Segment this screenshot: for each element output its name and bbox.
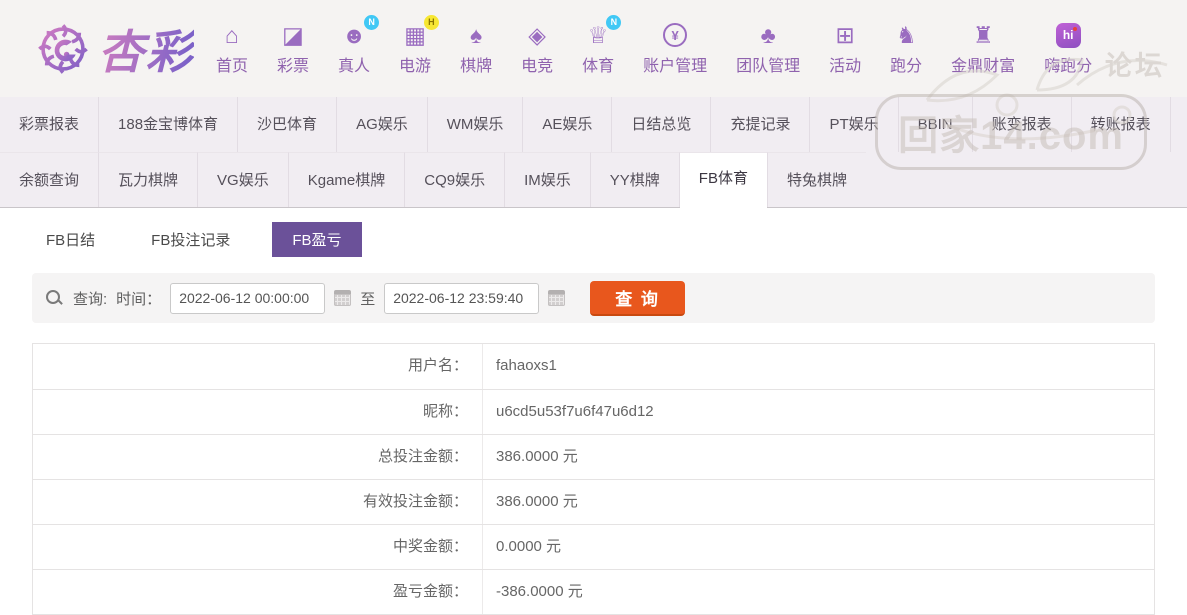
main-nav: ⌂ 首页 ◪ 彩票 ☻ N 真人 ▦ H 电游 ♠ 棋牌 ◈ 电竞 ♕ N xyxy=(216,21,1092,76)
tab-cq9[interactable]: CQ9娱乐 xyxy=(404,152,504,207)
gamepad-icon: ▦ H xyxy=(404,21,426,49)
table-row-profit-loss: 盈亏金额： -386.0000 元 xyxy=(33,569,1154,614)
hi-app-icon: hi xyxy=(1056,21,1081,49)
nav-item-esports[interactable]: ◈ 电竞 xyxy=(521,21,553,76)
nav-item-boardgames[interactable]: ♠ 棋牌 xyxy=(460,21,492,76)
tab-row-1: 彩票报表 188金宝博体育 沙巴体育 AG娱乐 WM娱乐 AE娱乐 日结总览 充… xyxy=(0,97,1187,152)
tab-188jbb-sports[interactable]: 188金宝博体育 xyxy=(98,97,237,152)
time-label: 时间： xyxy=(116,288,161,309)
tab-fb-sports[interactable]: FB体育 xyxy=(679,152,767,207)
nav-item-hi-paofen[interactable]: hi 嗨跑分 xyxy=(1044,21,1092,76)
tab-ae[interactable]: AE娱乐 xyxy=(522,97,611,152)
brand-logo[interactable]: 杏彩 xyxy=(34,16,194,82)
row-label: 总投注金额： xyxy=(33,435,483,479)
tab-ag[interactable]: AG娱乐 xyxy=(336,97,427,152)
yen-coin-icon: ¥ xyxy=(663,21,687,49)
rhino-icon: ♞ xyxy=(896,21,917,49)
nav-item-paofen[interactable]: ♞ 跑分 xyxy=(890,21,922,76)
tab-deposit-withdraw[interactable]: 充提记录 xyxy=(710,97,809,152)
table-row-winnings: 中奖金额： 0.0000 元 xyxy=(33,524,1154,569)
nav-item-team-mgmt[interactable]: ♣ 团队管理 xyxy=(736,21,800,76)
brand-name: 杏彩 xyxy=(98,16,194,82)
nav-item-account-mgmt[interactable]: ¥ 账户管理 xyxy=(643,21,707,76)
nav-item-jinding-wealth[interactable]: ♜ 金鼎财富 xyxy=(951,21,1015,76)
query-bar: 查询: 时间： 至 查 询 xyxy=(32,273,1155,323)
flower-logo-icon xyxy=(34,20,92,78)
row-value: 0.0000 元 xyxy=(483,525,1154,569)
top-navigation-bar: 杏彩 ⌂ 首页 ◪ 彩票 ☻ N 真人 ▦ H 电游 ♠ 棋牌 ◈ 电竞 xyxy=(0,0,1187,97)
tab-bbin[interactable]: BBIN xyxy=(898,97,972,152)
subtab-fb-daily[interactable]: FB日结 xyxy=(32,222,109,257)
nav-item-live[interactable]: ☻ N 真人 xyxy=(338,21,370,76)
time-to-input[interactable] xyxy=(384,283,539,314)
watermark-forum-text: 论坛 xyxy=(1105,44,1165,83)
report-tabs-panel: 彩票报表 188金宝博体育 沙巴体育 AG娱乐 WM娱乐 AE娱乐 日结总览 充… xyxy=(0,97,1187,208)
tab-wm[interactable]: WM娱乐 xyxy=(427,97,523,152)
tab-vg[interactable]: VG娱乐 xyxy=(197,152,288,207)
tab-yy-boardgames[interactable]: YY棋牌 xyxy=(590,152,679,207)
tab-lottery-report[interactable]: 彩票报表 xyxy=(0,97,98,152)
to-separator: 至 xyxy=(360,288,375,309)
calendar-icon-to[interactable] xyxy=(548,290,565,306)
profit-loss-table: 用户名： fahaoxs1 昵称： u6cd5u53f7u6f47u6d12 总… xyxy=(32,343,1155,615)
search-icon xyxy=(46,290,62,306)
tab-pt[interactable]: PT娱乐 xyxy=(809,97,897,152)
tab-account-change-report[interactable]: 账变报表 xyxy=(972,97,1071,152)
row-label: 昵称： xyxy=(33,390,483,434)
query-label: 查询: xyxy=(73,288,107,309)
home-icon: ⌂ xyxy=(225,21,239,49)
tab-daily-summary[interactable]: 日结总览 xyxy=(611,97,710,152)
new-badge: N xyxy=(364,15,379,30)
tab-wali-boardgames[interactable]: 瓦力棋牌 xyxy=(98,152,197,207)
tripod-icon: ♜ xyxy=(973,21,994,49)
tab-saba-sports[interactable]: 沙巴体育 xyxy=(237,97,336,152)
tab-transfer-report[interactable]: 转账报表 xyxy=(1071,97,1170,152)
nav-item-home[interactable]: ⌂ 首页 xyxy=(216,21,248,76)
tab-im[interactable]: IM娱乐 xyxy=(504,152,590,207)
subtab-fb-profit-loss[interactable]: FB盈亏 xyxy=(272,222,361,257)
query-button[interactable]: 查 询 xyxy=(590,281,685,316)
tab-tetu-boardgames[interactable]: 特兔棋牌 xyxy=(767,152,866,207)
tab-rebate-total[interactable]: 返点总额 xyxy=(1170,97,1187,152)
row-value: -386.0000 元 xyxy=(483,570,1154,614)
esports-icon: ◈ xyxy=(528,21,546,49)
lottery-ticket-icon: ◪ xyxy=(282,21,304,49)
row-value: u6cd5u53f7u6f47u6d12 xyxy=(483,390,1154,434)
row-label: 用户名： xyxy=(33,344,483,389)
gift-icon: ⊞ xyxy=(836,21,855,49)
row-label: 中奖金额： xyxy=(33,525,483,569)
row-label: 盈亏金额： xyxy=(33,570,483,614)
subtab-fb-bet-records[interactable]: FB投注记录 xyxy=(137,222,244,257)
table-row-valid-bet: 有效投注金额： 386.0000 元 xyxy=(33,479,1154,524)
hot-badge: H xyxy=(424,15,439,30)
team-icon: ♣ xyxy=(761,21,776,49)
nav-item-egames[interactable]: ▦ H 电游 xyxy=(399,21,431,76)
table-row-username: 用户名： fahaoxs1 xyxy=(33,344,1154,389)
fb-subtabs: FB日结 FB投注记录 FB盈亏 xyxy=(0,208,1187,267)
new-badge: N xyxy=(606,15,621,30)
nav-item-promotions[interactable]: ⊞ 活动 xyxy=(829,21,861,76)
nav-item-lottery[interactable]: ◪ 彩票 xyxy=(277,21,309,76)
cards-icon: ♠ xyxy=(470,21,482,49)
tab-kgame[interactable]: Kgame棋牌 xyxy=(288,152,405,207)
live-person-icon: ☻ N xyxy=(342,21,366,49)
nav-item-sports[interactable]: ♕ N 体育 xyxy=(582,21,614,76)
tab-balance-query[interactable]: 余额查询 xyxy=(0,152,98,207)
time-from-input[interactable] xyxy=(170,283,325,314)
table-row-nickname: 昵称： u6cd5u53f7u6f47u6d12 xyxy=(33,389,1154,434)
table-row-total-bet: 总投注金额： 386.0000 元 xyxy=(33,434,1154,479)
row-label: 有效投注金额： xyxy=(33,480,483,524)
row-value: fahaoxs1 xyxy=(483,344,1154,389)
row-value: 386.0000 元 xyxy=(483,480,1154,524)
calendar-icon-from[interactable] xyxy=(334,290,351,306)
trophy-icon: ♕ N xyxy=(588,21,609,49)
tab-row-2: 余额查询 瓦力棋牌 VG娱乐 Kgame棋牌 CQ9娱乐 IM娱乐 YY棋牌 F… xyxy=(0,152,1187,207)
row-value: 386.0000 元 xyxy=(483,435,1154,479)
